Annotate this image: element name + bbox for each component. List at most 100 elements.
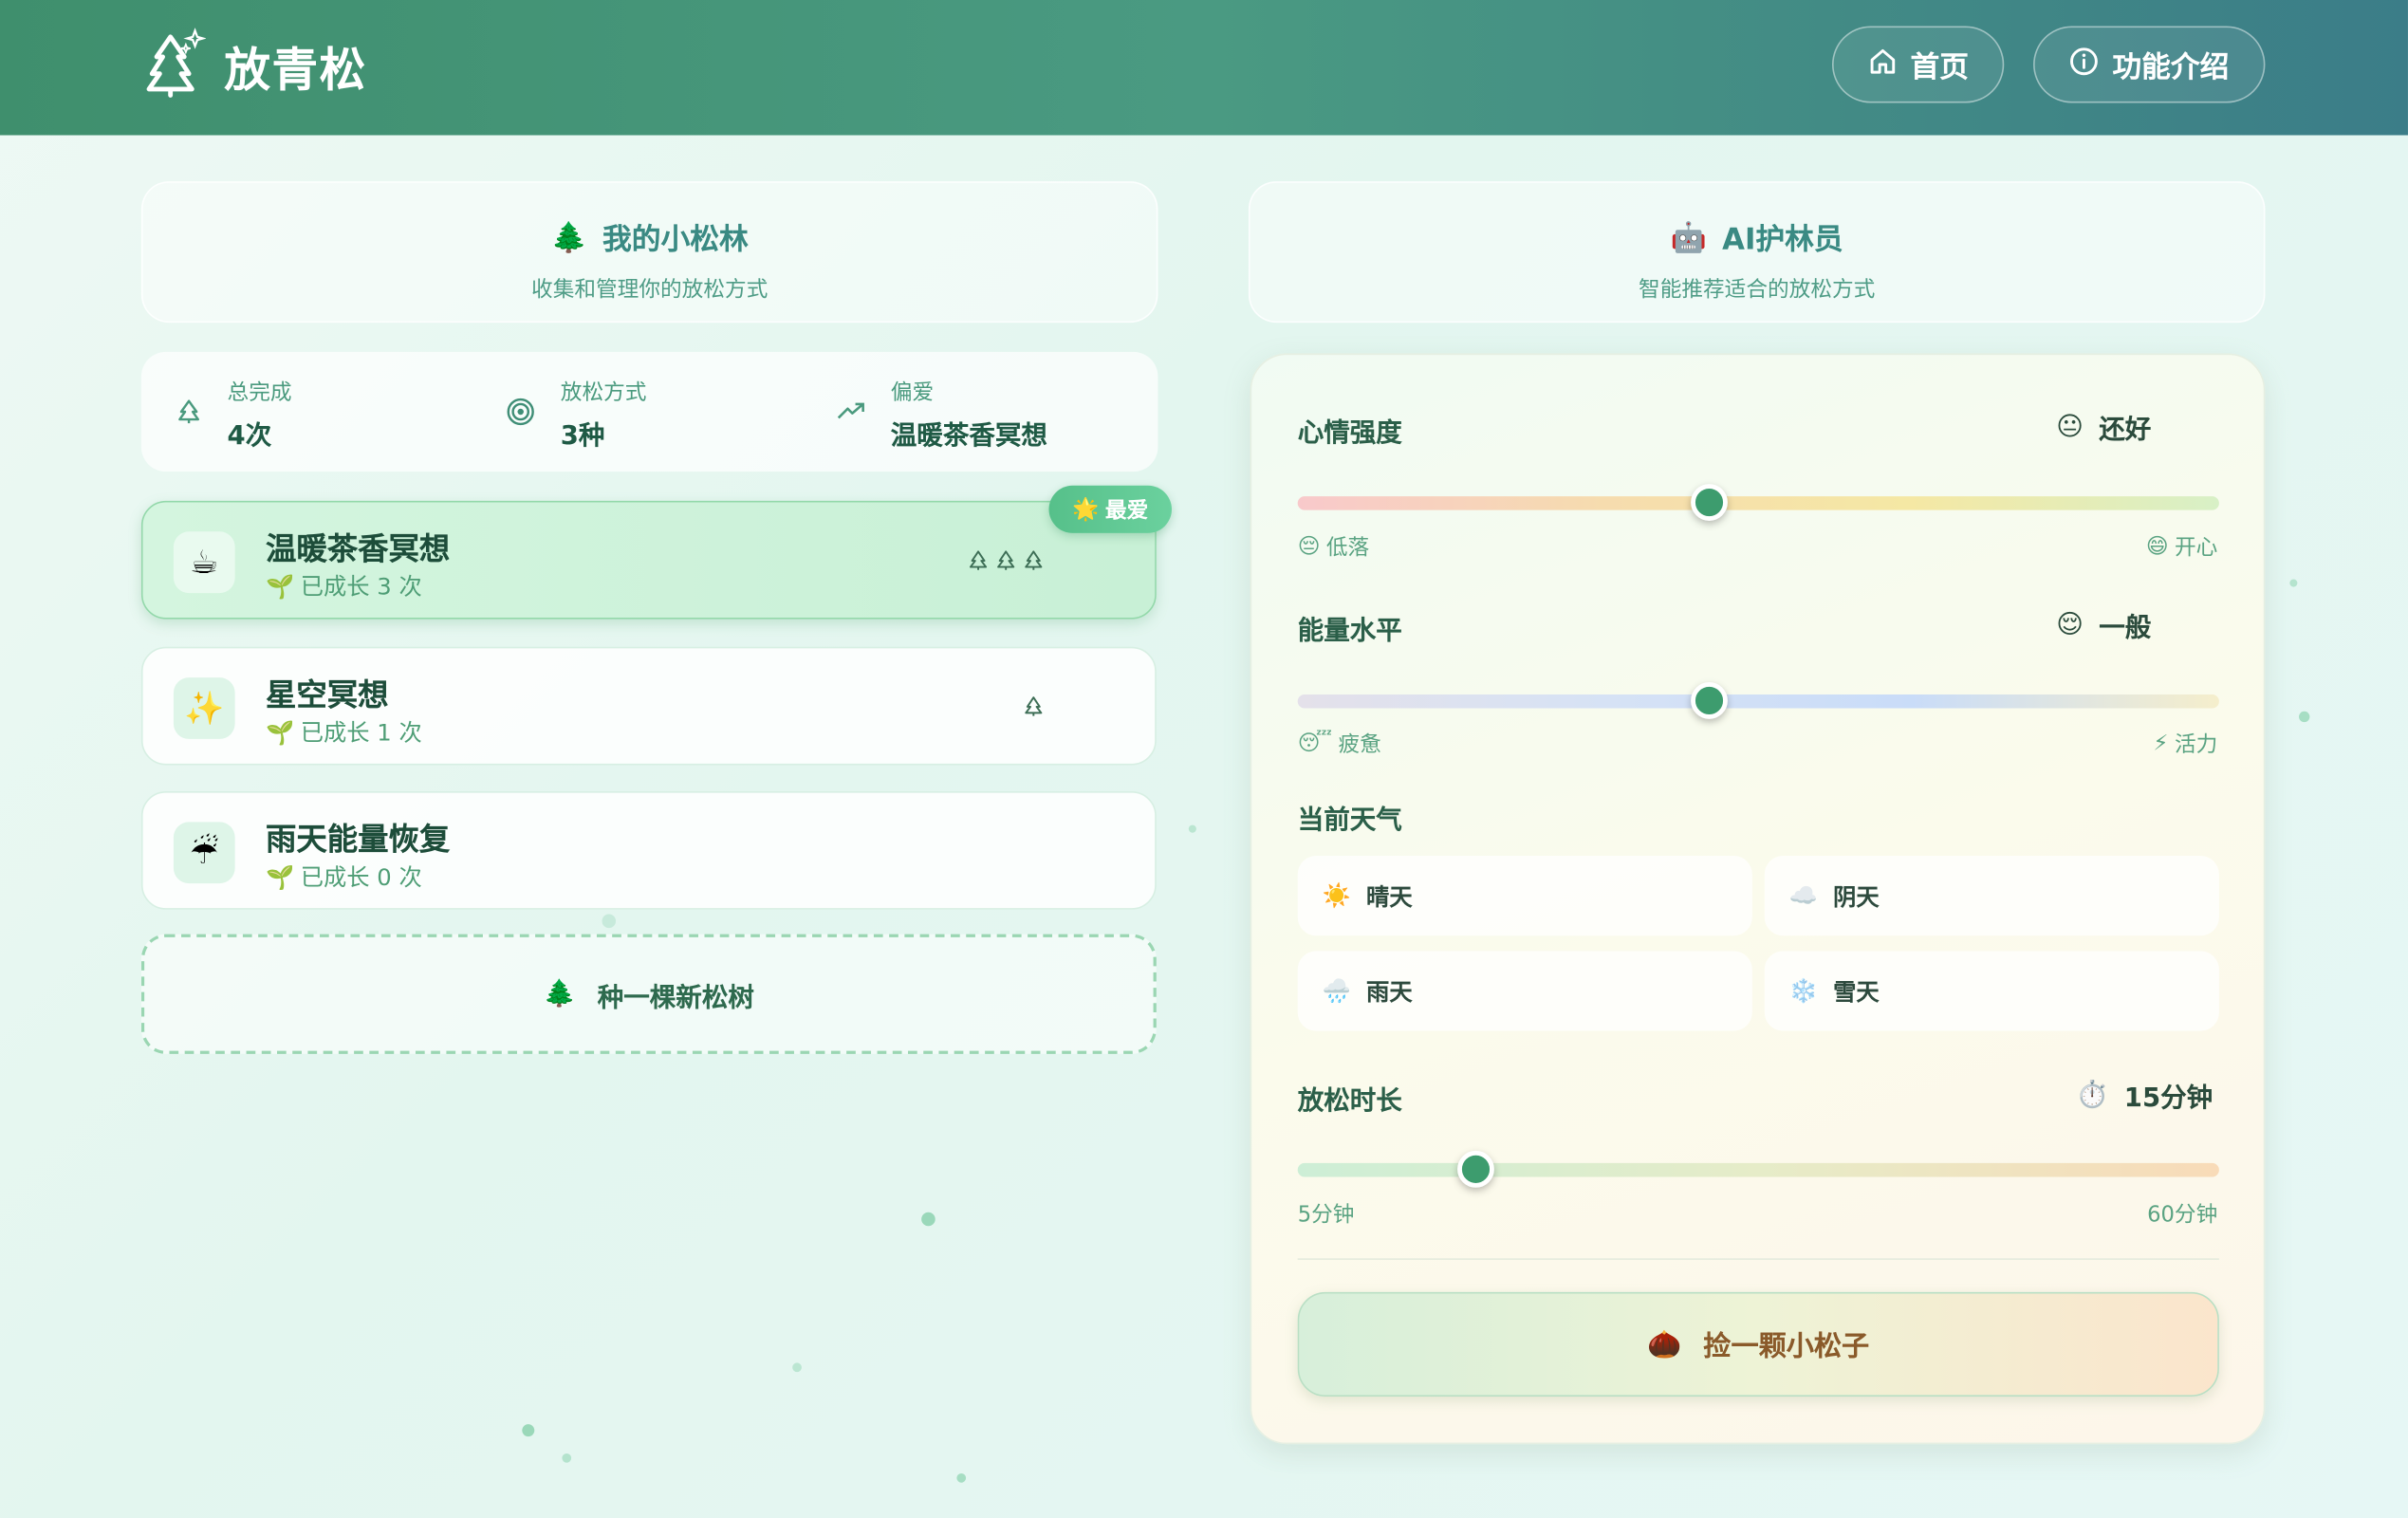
weather-option-rainy[interactable]: 🌧️ 雨天	[1297, 951, 1752, 1031]
cloud-icon: ☁️	[1788, 881, 1818, 910]
decor-dot	[562, 1453, 572, 1463]
sun-icon: ☀️	[1322, 881, 1351, 910]
stat-methods-value: 3种	[560, 420, 605, 453]
duration-max-label: 60分钟	[2147, 1202, 2218, 1228]
small-tree-icon	[995, 548, 1017, 578]
sad-face-icon: 😔	[1297, 534, 1321, 560]
target-icon	[506, 396, 536, 433]
method-card-stars[interactable]: ✨ 星空冥想 🌱 已成长 1 次	[140, 646, 1157, 766]
energy-min-text: 疲惫	[1338, 732, 1381, 758]
mood-label: 心情强度	[1297, 417, 1402, 449]
stat-favorite-label: 偏爱	[890, 380, 935, 406]
weather-option-label: 晴天	[1366, 882, 1413, 911]
nav-features-button[interactable]: 功能介绍	[2033, 26, 2266, 103]
decor-dot	[2289, 579, 2298, 587]
weather-option-snowy[interactable]: ❄️ 雪天	[1764, 951, 2219, 1031]
decor-dot	[1188, 824, 1196, 833]
sleepy-face-icon: 😴	[1297, 731, 1333, 756]
decor-dot	[522, 1424, 535, 1437]
energy-slider[interactable]	[1297, 694, 2219, 709]
snowflake-icon: ❄️	[1788, 976, 1818, 1006]
app-root: 放青松 首页 功能介绍 🌲 我的小松林 收集和管理你的放松方式 🤖 AI护林员 …	[0, 0, 2408, 1518]
plant-new-tree-label: 种一棵新松树	[597, 982, 754, 1013]
method-growth: 🌱 已成长 1 次	[266, 716, 422, 749]
energy-value: 😌 一般	[2056, 605, 2151, 643]
stats-bar: 总完成 4次 放松方式 3种 偏爱 温暖茶香冥想	[140, 351, 1158, 472]
plant-new-tree-button[interactable]: 🌲 种一棵新松树	[140, 934, 1157, 1054]
method-growth: 🌱 已成长 0 次	[266, 861, 422, 893]
decor-dot	[602, 914, 617, 929]
ai-ranger-title: AI护林员	[1722, 222, 1843, 257]
favorite-badge-label: 最爱	[1104, 498, 1149, 524]
ai-ranger-panel: 心情强度 😐 还好 😔 低落 😄 开心 能量水平 😌 一般 😴 疲惫 ⚡ 活力 …	[1250, 353, 2266, 1445]
method-growth-text: 已成长 1 次	[300, 718, 422, 748]
stat-methods: 放松方式 3种	[506, 377, 647, 453]
stat-favorite-value: 温暖茶香冥想	[890, 420, 1047, 453]
home-icon	[1867, 46, 1898, 83]
happy-face-icon: 😄	[2145, 534, 2169, 560]
small-tree-icon	[1023, 694, 1045, 724]
energy-max-text: 活力	[2174, 732, 2218, 758]
growth-trees	[1023, 694, 1045, 724]
app-name: 放青松	[224, 44, 367, 99]
my-forest-header: 🌲 我的小松林 收集和管理你的放松方式	[140, 181, 1158, 324]
mood-slider[interactable]	[1297, 496, 2219, 510]
lightning-icon: ⚡	[2153, 731, 2169, 756]
duration-slider-thumb[interactable]	[1457, 1150, 1494, 1188]
rain-cloud-icon: 🌧️	[1322, 976, 1351, 1006]
favorite-badge: 🌟 最爱	[1048, 485, 1172, 533]
pine-logo-icon	[144, 28, 207, 104]
pick-seed-label: 捡一颗小松子	[1703, 1330, 1870, 1363]
stat-total: 总完成 4次	[176, 377, 292, 452]
weather-option-cloudy[interactable]: ☁️ 阴天	[1764, 856, 2219, 936]
weather-option-label: 雪天	[1833, 977, 1880, 1006]
pine-tree-icon: 🌲	[550, 221, 587, 255]
duration-min-label: 5分钟	[1297, 1202, 1355, 1228]
pick-seed-button[interactable]: 🌰 捡一颗小松子	[1297, 1291, 2219, 1398]
duration-value: ⏱️ 15分钟	[2076, 1076, 2213, 1114]
method-growth-text: 已成长 3 次	[300, 573, 422, 602]
method-card-tea[interactable]: ☕ 温暖茶香冥想 🌱 已成长 3 次	[140, 500, 1157, 620]
energy-slider-thumb[interactable]	[1691, 682, 1728, 719]
decor-dot	[792, 1362, 802, 1373]
sparkles-icon: ✨	[173, 677, 235, 739]
duration-label: 放松时长	[1297, 1085, 1402, 1118]
small-tree-icon	[1023, 548, 1045, 578]
stat-methods-label: 放松方式	[560, 380, 647, 406]
weather-option-sunny[interactable]: ☀️ 晴天	[1297, 856, 1752, 936]
stat-favorite: 偏爱 温暖茶香冥想	[836, 377, 1047, 452]
mood-max-text: 开心	[2174, 536, 2218, 562]
sprout-icon: 🌱	[266, 862, 295, 891]
energy-max-label: ⚡ 活力	[2154, 729, 2218, 759]
star-icon: 🌟	[1072, 496, 1100, 522]
mood-min-text: 低落	[1325, 536, 1370, 562]
trending-up-icon	[836, 396, 866, 433]
nav-home-label: 首页	[1910, 49, 1970, 84]
ai-ranger-subtitle: 智能推荐适合的放松方式	[1639, 278, 1876, 304]
duration-slider[interactable]	[1297, 1162, 2219, 1177]
method-name: 星空冥想	[266, 676, 389, 713]
ai-ranger-header: 🤖 AI护林员 智能推荐适合的放松方式	[1248, 181, 2266, 324]
nav-home-button[interactable]: 首页	[1831, 26, 2005, 103]
decor-dot	[921, 1212, 935, 1227]
chestnut-icon: 🌰	[1647, 1327, 1682, 1361]
info-icon	[2069, 46, 2100, 83]
method-name: 雨天能量恢复	[266, 820, 451, 858]
tree-outline-icon	[176, 398, 203, 432]
method-card-rain[interactable]: ☔ 雨天能量恢复 🌱 已成长 0 次	[140, 790, 1157, 910]
robot-icon: 🤖	[1670, 221, 1707, 255]
neutral-face-icon: 😐	[2056, 411, 2084, 442]
mood-slider-thumb[interactable]	[1691, 484, 1728, 521]
duration-value-text: 15分钟	[2123, 1083, 2214, 1115]
decor-dot	[956, 1473, 967, 1483]
relieved-face-icon: 😌	[2056, 609, 2084, 640]
stat-total-value: 4次	[227, 420, 272, 453]
top-bar: 放青松 首页 功能介绍	[0, 0, 2408, 136]
pine-tree-icon: 🌲	[543, 978, 577, 1009]
logo[interactable]: 放青松	[144, 28, 367, 104]
umbrella-icon: ☔	[173, 822, 235, 884]
weather-label: 当前天气	[1297, 805, 1402, 836]
stopwatch-icon: ⏱️	[2076, 1079, 2109, 1111]
energy-value-text: 一般	[2099, 613, 2152, 644]
tea-icon: ☕	[173, 531, 235, 594]
